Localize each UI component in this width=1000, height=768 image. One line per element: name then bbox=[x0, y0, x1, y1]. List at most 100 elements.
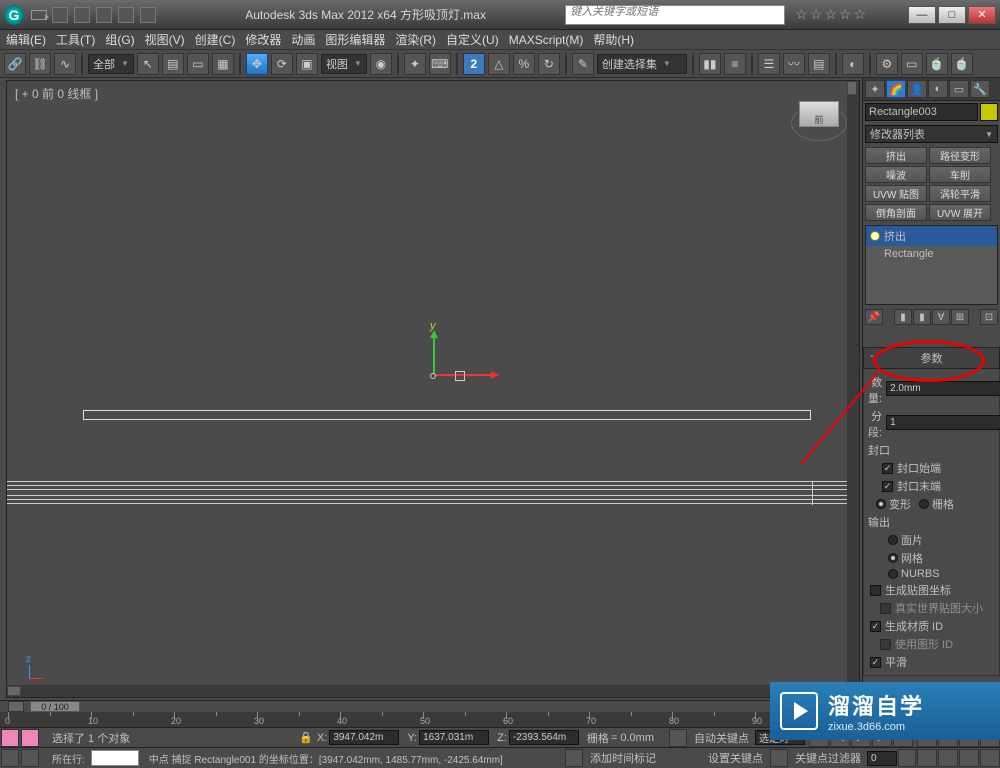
time-config-btn[interactable] bbox=[898, 749, 916, 767]
key-mode-icon[interactable] bbox=[669, 729, 687, 747]
mod-pathdeform[interactable]: 路径变形 bbox=[929, 147, 991, 164]
star-icon[interactable]: ☆ bbox=[824, 6, 837, 23]
rotate-icon[interactable]: ⟳ bbox=[271, 53, 293, 75]
menu-create[interactable]: 创建(C) bbox=[195, 31, 236, 48]
viewcube[interactable]: 前 bbox=[799, 101, 839, 127]
modifier-stack[interactable]: 挤出 Rectangle bbox=[865, 225, 998, 305]
menu-modifiers[interactable]: 修改器 bbox=[245, 31, 281, 48]
scale-icon[interactable]: ▣ bbox=[296, 53, 318, 75]
recent-files-icon[interactable] bbox=[30, 6, 48, 24]
menu-customize[interactable]: 自定义(U) bbox=[446, 31, 499, 48]
menu-tools[interactable]: 工具(T) bbox=[56, 31, 95, 48]
pivot-icon[interactable]: ◉ bbox=[370, 53, 392, 75]
viewport-scroll-vertical[interactable] bbox=[847, 81, 859, 685]
gen-map-checkbox[interactable]: 生成贴图坐标 bbox=[870, 582, 995, 598]
mod-lathe[interactable]: 车削 bbox=[929, 166, 991, 183]
mod-unwrap[interactable]: UVW 展开 bbox=[929, 204, 991, 221]
xy-plane-handle[interactable] bbox=[455, 371, 465, 381]
render-setup-icon[interactable]: ⚙ bbox=[876, 53, 898, 75]
prompt-field[interactable] bbox=[91, 750, 139, 766]
object-rectangle-2[interactable] bbox=[7, 481, 859, 505]
amount-spinner[interactable]: ▴▾ bbox=[886, 381, 1000, 399]
bind-icon[interactable]: ∿ bbox=[54, 53, 76, 75]
create-tab-icon[interactable]: ✦ bbox=[865, 80, 885, 98]
editnamed-icon[interactable]: ✎ bbox=[572, 53, 594, 75]
time-tag-icon[interactable] bbox=[565, 749, 583, 767]
manip-icon[interactable]: ✦ bbox=[404, 53, 426, 75]
key-filters[interactable]: 关键点过滤器 bbox=[789, 750, 867, 766]
close-button[interactable]: ✕ bbox=[968, 6, 996, 24]
modify-tab-icon[interactable]: 🌈 bbox=[886, 80, 906, 98]
gen-mat-checkbox[interactable]: ✓生成材质 ID bbox=[870, 618, 995, 634]
select-name-icon[interactable]: ▤ bbox=[162, 53, 184, 75]
spinsnap-icon[interactable]: ↻ bbox=[538, 53, 560, 75]
stack-item-rectangle[interactable]: Rectangle bbox=[866, 246, 997, 262]
key-filter-icon[interactable] bbox=[770, 749, 788, 767]
current-frame[interactable]: 0 bbox=[867, 751, 897, 766]
menu-maxscript[interactable]: MAXScript(M) bbox=[509, 33, 584, 47]
min-max-icon[interactable] bbox=[980, 749, 1000, 767]
minimize-button[interactable]: — bbox=[908, 6, 936, 24]
z-coord[interactable]: -2393.564m bbox=[509, 730, 579, 745]
listener-icon[interactable] bbox=[21, 749, 39, 767]
schematic-icon[interactable]: ▤ bbox=[808, 53, 830, 75]
menu-help[interactable]: 帮助(H) bbox=[593, 31, 634, 48]
align-icon[interactable]: ≡ bbox=[724, 53, 746, 75]
rendered-frame-icon[interactable]: ▭ bbox=[901, 53, 923, 75]
move-icon[interactable]: ✥ bbox=[246, 53, 268, 75]
window-crossing-icon[interactable]: ▦ bbox=[212, 53, 234, 75]
show-end-icon[interactable]: ▮ bbox=[894, 309, 912, 325]
segments-spinner[interactable]: ▴▾ bbox=[886, 415, 1000, 433]
utilities-tab-icon[interactable]: 🔧 bbox=[970, 80, 990, 98]
lock-icon[interactable]: 🔒 bbox=[299, 731, 313, 745]
link-icon[interactable]: 🔗 bbox=[4, 53, 26, 75]
refcoord-select[interactable]: 视图 bbox=[321, 54, 367, 74]
select-rect-icon[interactable]: ▭ bbox=[187, 53, 209, 75]
qat-redo-icon[interactable] bbox=[118, 7, 134, 23]
mod-bevelprofile[interactable]: 倒角剖面 bbox=[865, 204, 927, 221]
menu-grapheditors[interactable]: 图形编辑器 bbox=[325, 31, 385, 48]
star-icon[interactable]: ☆ bbox=[839, 6, 852, 23]
mirror-icon[interactable]: ▮▮ bbox=[699, 53, 721, 75]
cap-start-checkbox[interactable]: ✓封口始端 bbox=[882, 460, 995, 476]
viewport-label[interactable]: [ + 0 前 0 线框 ] bbox=[15, 85, 98, 102]
menu-group[interactable]: 组(G) bbox=[105, 31, 134, 48]
out-patch-radio[interactable]: 面片 bbox=[888, 532, 995, 548]
menu-animation[interactable]: 动画 bbox=[291, 31, 315, 48]
layers-icon[interactable]: ☰ bbox=[758, 53, 780, 75]
bulb-icon[interactable] bbox=[870, 231, 880, 241]
percentsnap-icon[interactable]: % bbox=[513, 53, 535, 75]
time-config-icon[interactable] bbox=[8, 701, 24, 712]
remove-mod-icon[interactable]: ∀ bbox=[932, 309, 950, 325]
modifier-list-dropdown[interactable]: 修改器列表 bbox=[865, 125, 998, 143]
object-color-swatch[interactable] bbox=[980, 103, 998, 121]
app-icon[interactable]: G bbox=[4, 5, 24, 25]
curve-editor-icon[interactable]: 〰 bbox=[783, 53, 805, 75]
render-icon[interactable]: 🍵 bbox=[926, 53, 948, 75]
set-key-icon-2[interactable] bbox=[21, 729, 39, 747]
y-axis[interactable] bbox=[433, 336, 435, 376]
mod-turbosmooth[interactable]: 涡轮平滑 bbox=[929, 185, 991, 202]
help-search-input[interactable] bbox=[570, 6, 780, 18]
maxscript-icon[interactable] bbox=[1, 749, 19, 767]
motion-tab-icon[interactable]: ◐ bbox=[928, 80, 948, 98]
orbit-icon[interactable] bbox=[938, 749, 958, 767]
help-search[interactable] bbox=[565, 5, 785, 25]
anglesnap-icon[interactable]: △ bbox=[488, 53, 510, 75]
add-time-tag[interactable]: 添加时间标记 bbox=[584, 750, 662, 766]
real-world-checkbox[interactable]: 真实世界贴图大小 bbox=[880, 600, 995, 616]
star-icon[interactable]: ☆ bbox=[810, 6, 823, 23]
keyboard-icon[interactable]: ⌨ bbox=[429, 53, 451, 75]
qat-save-icon[interactable] bbox=[74, 7, 90, 23]
viewport[interactable]: [ + 0 前 0 线框 ] 前 y z ▸ bbox=[6, 80, 860, 698]
menu-rendering[interactable]: 渲染(R) bbox=[395, 31, 436, 48]
menu-edit[interactable]: 编辑(E) bbox=[6, 31, 46, 48]
stack-options-icon[interactable]: ⊡ bbox=[980, 309, 998, 325]
rollout-header[interactable]: 参数 bbox=[863, 347, 1000, 369]
autokey-button[interactable]: 自动关键点 bbox=[688, 730, 755, 746]
configure-icon[interactable]: ⊞ bbox=[951, 309, 969, 325]
star-icon[interactable]: ☆ bbox=[795, 6, 808, 23]
y-coord[interactable]: 1637.031m bbox=[419, 730, 489, 745]
qat-open-icon[interactable] bbox=[52, 7, 68, 23]
use-shape-checkbox[interactable]: 使用图形 ID bbox=[880, 636, 995, 652]
